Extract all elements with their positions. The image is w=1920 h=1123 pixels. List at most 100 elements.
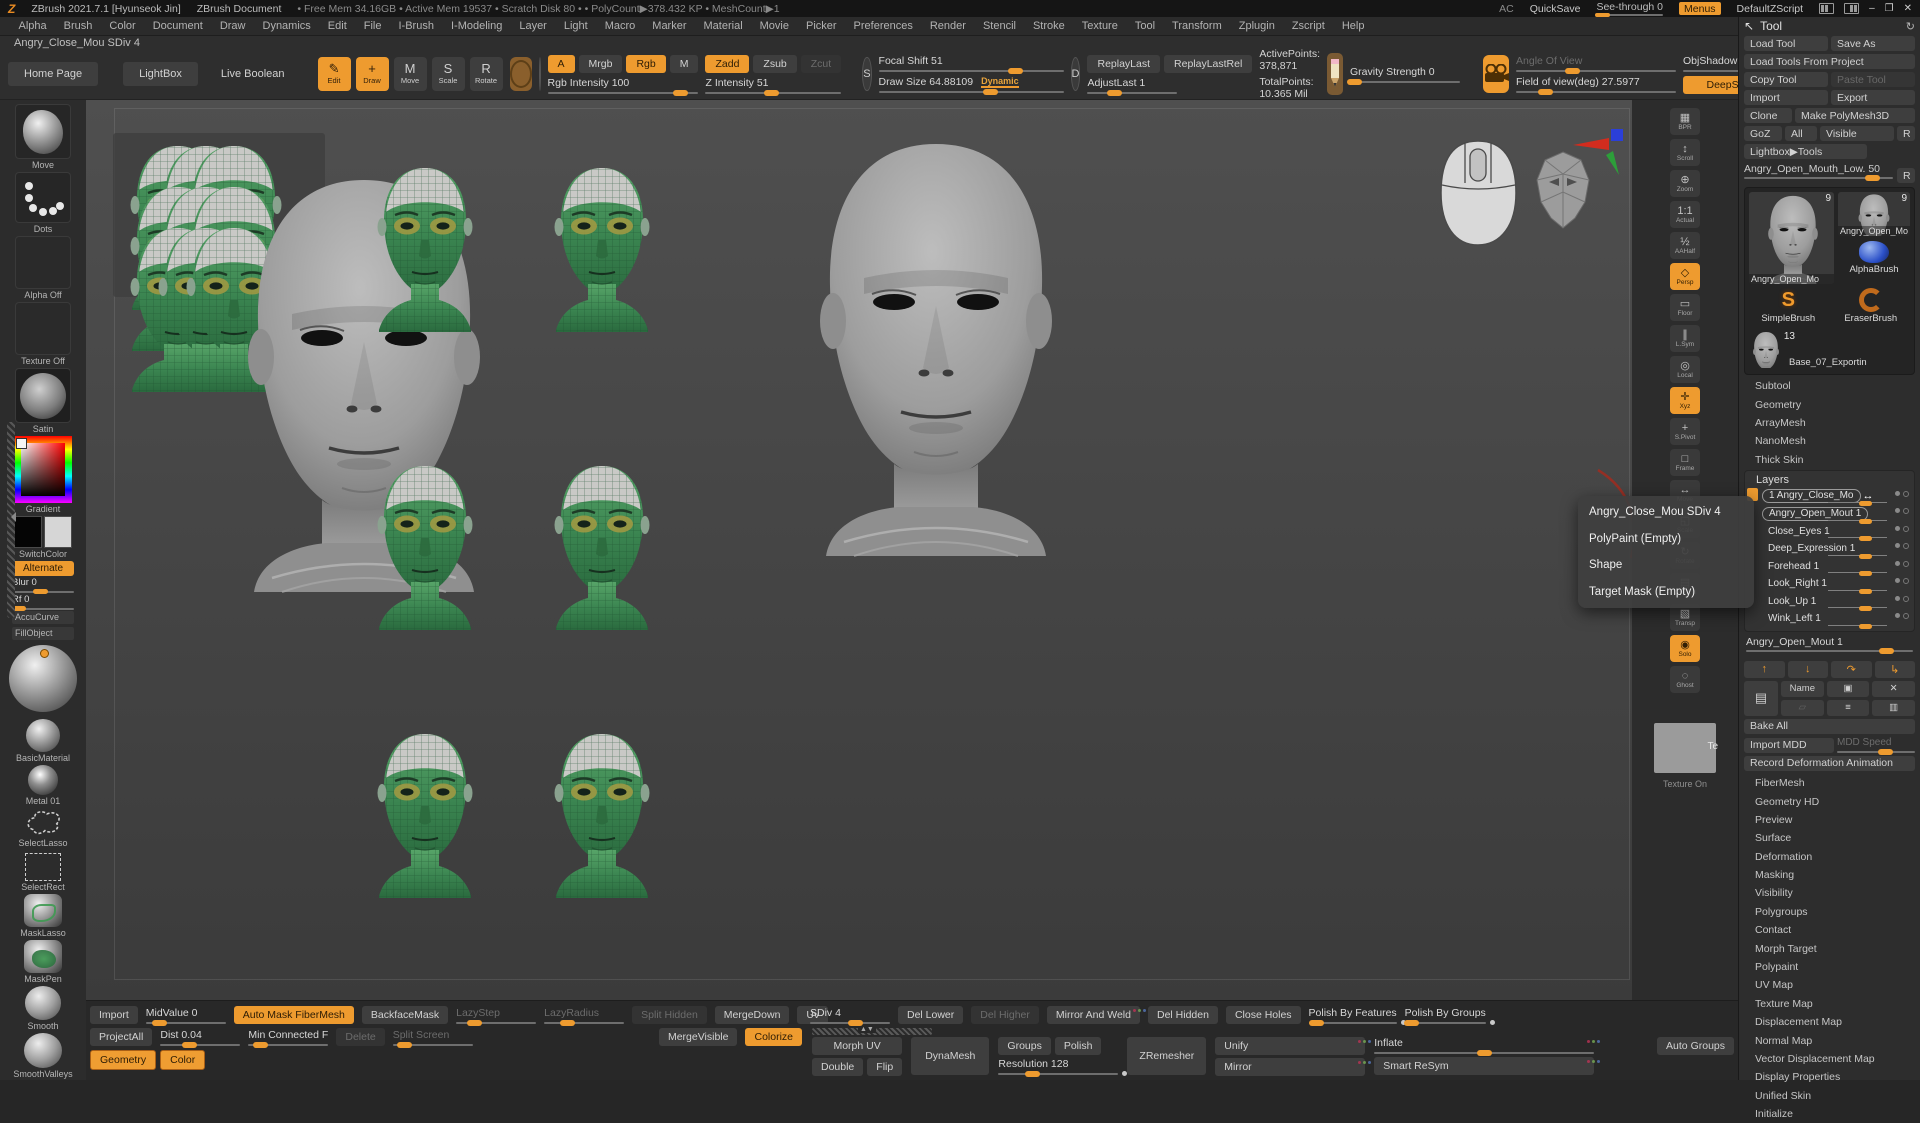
bottom-shelf-control[interactable]: Del Hidden	[1148, 1006, 1218, 1024]
material-thumbnail[interactable]	[15, 368, 71, 423]
lightbox-tools-button[interactable]: Lightbox▶Tools	[1744, 144, 1867, 159]
bottom-shelf-control[interactable]: MidValue 0	[146, 1007, 226, 1024]
right-shelf-button[interactable]: 1:1 Actual	[1670, 201, 1700, 228]
color-picker-inner[interactable]	[21, 443, 65, 496]
main-color-swatch[interactable]	[14, 516, 42, 548]
menu-item[interactable]: I-Brush	[390, 19, 442, 33]
current-tool-thumbnail[interactable]: 9 Angry_Open_Mo	[1749, 192, 1834, 284]
alpha-thumbnail[interactable]	[15, 236, 71, 289]
minimize-button[interactable]: –	[1869, 3, 1875, 14]
fillobject-button[interactable]: FillObject	[12, 627, 74, 640]
paint-mode-button[interactable]: A	[548, 55, 575, 73]
menu-item[interactable]: Draw	[211, 19, 254, 33]
zremesher-button[interactable]: ZRemesher	[1127, 1037, 1206, 1075]
layer-row[interactable]: Wink_Left 1	[1762, 610, 1911, 627]
mirror-button[interactable]: Mirror	[1215, 1058, 1365, 1076]
tool-section-header[interactable]: Texture Map	[1744, 995, 1915, 1013]
popup-item[interactable]: PolyPaint (Empty)	[1589, 533, 1743, 545]
morph-uv-button[interactable]: Morph UV	[812, 1037, 902, 1055]
tool-section-header[interactable]: Polypaint	[1744, 958, 1915, 976]
blur-slider[interactable]: Blur 0	[12, 577, 74, 593]
layer-arrow-button[interactable]: ↳	[1875, 661, 1916, 678]
tool-section-header[interactable]: UV Map	[1744, 976, 1915, 994]
field-of-view-slider[interactable]: Field of view(deg) 27.5977	[1516, 76, 1676, 93]
layer-row[interactable]: Angry_Open_Mout 1	[1762, 505, 1911, 522]
layer-arrow-button[interactable]: ↓	[1788, 661, 1829, 678]
layers-section-header[interactable]: Layers	[1748, 473, 1911, 488]
layer-intensity-track[interactable]	[1828, 555, 1887, 556]
base-export-item[interactable]: 13 Base_07_Exportin	[1749, 328, 1910, 370]
close-button[interactable]: ✕	[1904, 3, 1912, 14]
layer-eye-icons[interactable]	[1895, 543, 1909, 549]
right-shelf-button[interactable]: ◎ Local	[1670, 356, 1700, 383]
tray-divider-handle[interactable]	[7, 422, 15, 618]
tool-section-header[interactable]: Vector Displacement Map	[1744, 1050, 1915, 1068]
layer-arrow-button[interactable]: ↷	[1831, 661, 1872, 678]
sculpt-viewport[interactable]	[86, 100, 1632, 1000]
document-canvas[interactable]	[86, 100, 1632, 1000]
make-polymesh3d-button[interactable]: Make PolyMesh3D	[1795, 108, 1915, 123]
layer-eye-icons[interactable]	[1895, 561, 1909, 567]
menu-item[interactable]: Preferences	[845, 19, 921, 33]
resolution-slider[interactable]: Resolution 128	[998, 1058, 1118, 1075]
menu-item[interactable]: Alpha	[10, 19, 55, 33]
layer-arrow-button[interactable]: ↑	[1744, 661, 1785, 678]
goz-button[interactable]: GoZ	[1744, 126, 1782, 141]
layer-eye-icons[interactable]	[1895, 613, 1909, 619]
export-tool-button[interactable]: Export	[1831, 90, 1915, 105]
quicksave-button[interactable]: QuickSave	[1530, 3, 1581, 15]
layer-eye-icons[interactable]	[1895, 578, 1909, 584]
menu-item[interactable]: Movie	[751, 19, 797, 33]
default-zscript-button[interactable]: DefaultZScript	[1737, 3, 1804, 15]
z-intensity-slider[interactable]: Z Intensity 51	[705, 77, 841, 94]
lightbox-button[interactable]: LightBox	[123, 62, 198, 86]
import-mdd-button[interactable]: Import MDD	[1744, 738, 1834, 753]
layer-eye-icons[interactable]	[1895, 526, 1909, 532]
rf-slider[interactable]: Rf 0	[12, 594, 74, 610]
dynamesh-button[interactable]: DynaMesh	[911, 1037, 989, 1075]
tool-r-button[interactable]: R	[1897, 168, 1915, 183]
mode-button[interactable]: M Move	[394, 57, 427, 91]
bottom-tab[interactable]: Geometry	[90, 1050, 156, 1070]
right-shelf-button[interactable]: ½ AAHalf	[1670, 232, 1700, 259]
tool-section-header[interactable]: Normal Map	[1744, 1031, 1915, 1049]
bottom-shelf-control[interactable]: Polish By Features	[1309, 1007, 1397, 1024]
layer-eye-icons[interactable]	[1895, 596, 1909, 602]
dock-right-icon[interactable]	[1844, 3, 1859, 14]
dock-left-icon[interactable]	[1819, 3, 1834, 14]
tool-section-header[interactable]: FiberMesh	[1744, 774, 1915, 792]
replay-last-button[interactable]: ReplayLast	[1087, 55, 1160, 73]
restore-button[interactable]: ❐	[1885, 3, 1894, 14]
bottom-shelf-control[interactable]: Mirror And Weld	[1047, 1006, 1140, 1024]
alternate-button[interactable]: Alternate	[12, 561, 74, 576]
current-brush-thumbnail[interactable]	[15, 104, 71, 159]
tool-section-header[interactable]: NanoMesh	[1744, 432, 1915, 450]
menu-item[interactable]: Color	[101, 19, 144, 33]
right-shelf-button[interactable]: ⊕ Zoom	[1670, 170, 1700, 197]
bottom-shelf-control[interactable]: LazyStep	[456, 1007, 536, 1024]
load-tool-button[interactable]: Load Tool	[1744, 36, 1828, 51]
secondary-color-swatch[interactable]	[44, 516, 72, 548]
live-boolean-button[interactable]: Live Boolean	[205, 62, 301, 86]
import-tool-button[interactable]: Import	[1744, 90, 1828, 105]
mode-button[interactable]: R Rotate	[470, 57, 503, 91]
mdd-speed-slider[interactable]: MDD Speed	[1837, 737, 1915, 753]
paint-mode-button[interactable]: Mrgb	[579, 55, 623, 73]
layer-delete-button[interactable]: ✕	[1872, 681, 1915, 697]
bottom-shelf-control[interactable]: Auto Mask FiberMesh	[234, 1006, 354, 1024]
menu-item[interactable]: Edit	[319, 19, 355, 33]
layer-intensity-track[interactable]	[1828, 625, 1887, 626]
polish-button[interactable]: Polish	[1055, 1037, 1102, 1055]
texture-preview-box[interactable]: Te	[1654, 723, 1716, 773]
tool-section-header[interactable]: Morph Target	[1744, 939, 1915, 957]
save-as-button[interactable]: Save As	[1831, 36, 1915, 51]
layer-duplicate-button[interactable]: ▣	[1827, 681, 1870, 697]
bottom-tab[interactable]: Color	[160, 1050, 205, 1070]
stroke-curve-icon[interactable]: S	[862, 57, 871, 91]
menu-item[interactable]: Dynamics	[254, 19, 319, 33]
switch-color-button[interactable]: SwitchColor	[19, 549, 67, 560]
layer-row[interactable]: Look_Up 1	[1762, 593, 1911, 610]
bottom-shelf-control[interactable]: LazyRadius	[544, 1007, 624, 1024]
load-tools-from-project-button[interactable]: Load Tools From Project	[1744, 54, 1915, 69]
select-rect-icon[interactable]	[25, 853, 61, 881]
